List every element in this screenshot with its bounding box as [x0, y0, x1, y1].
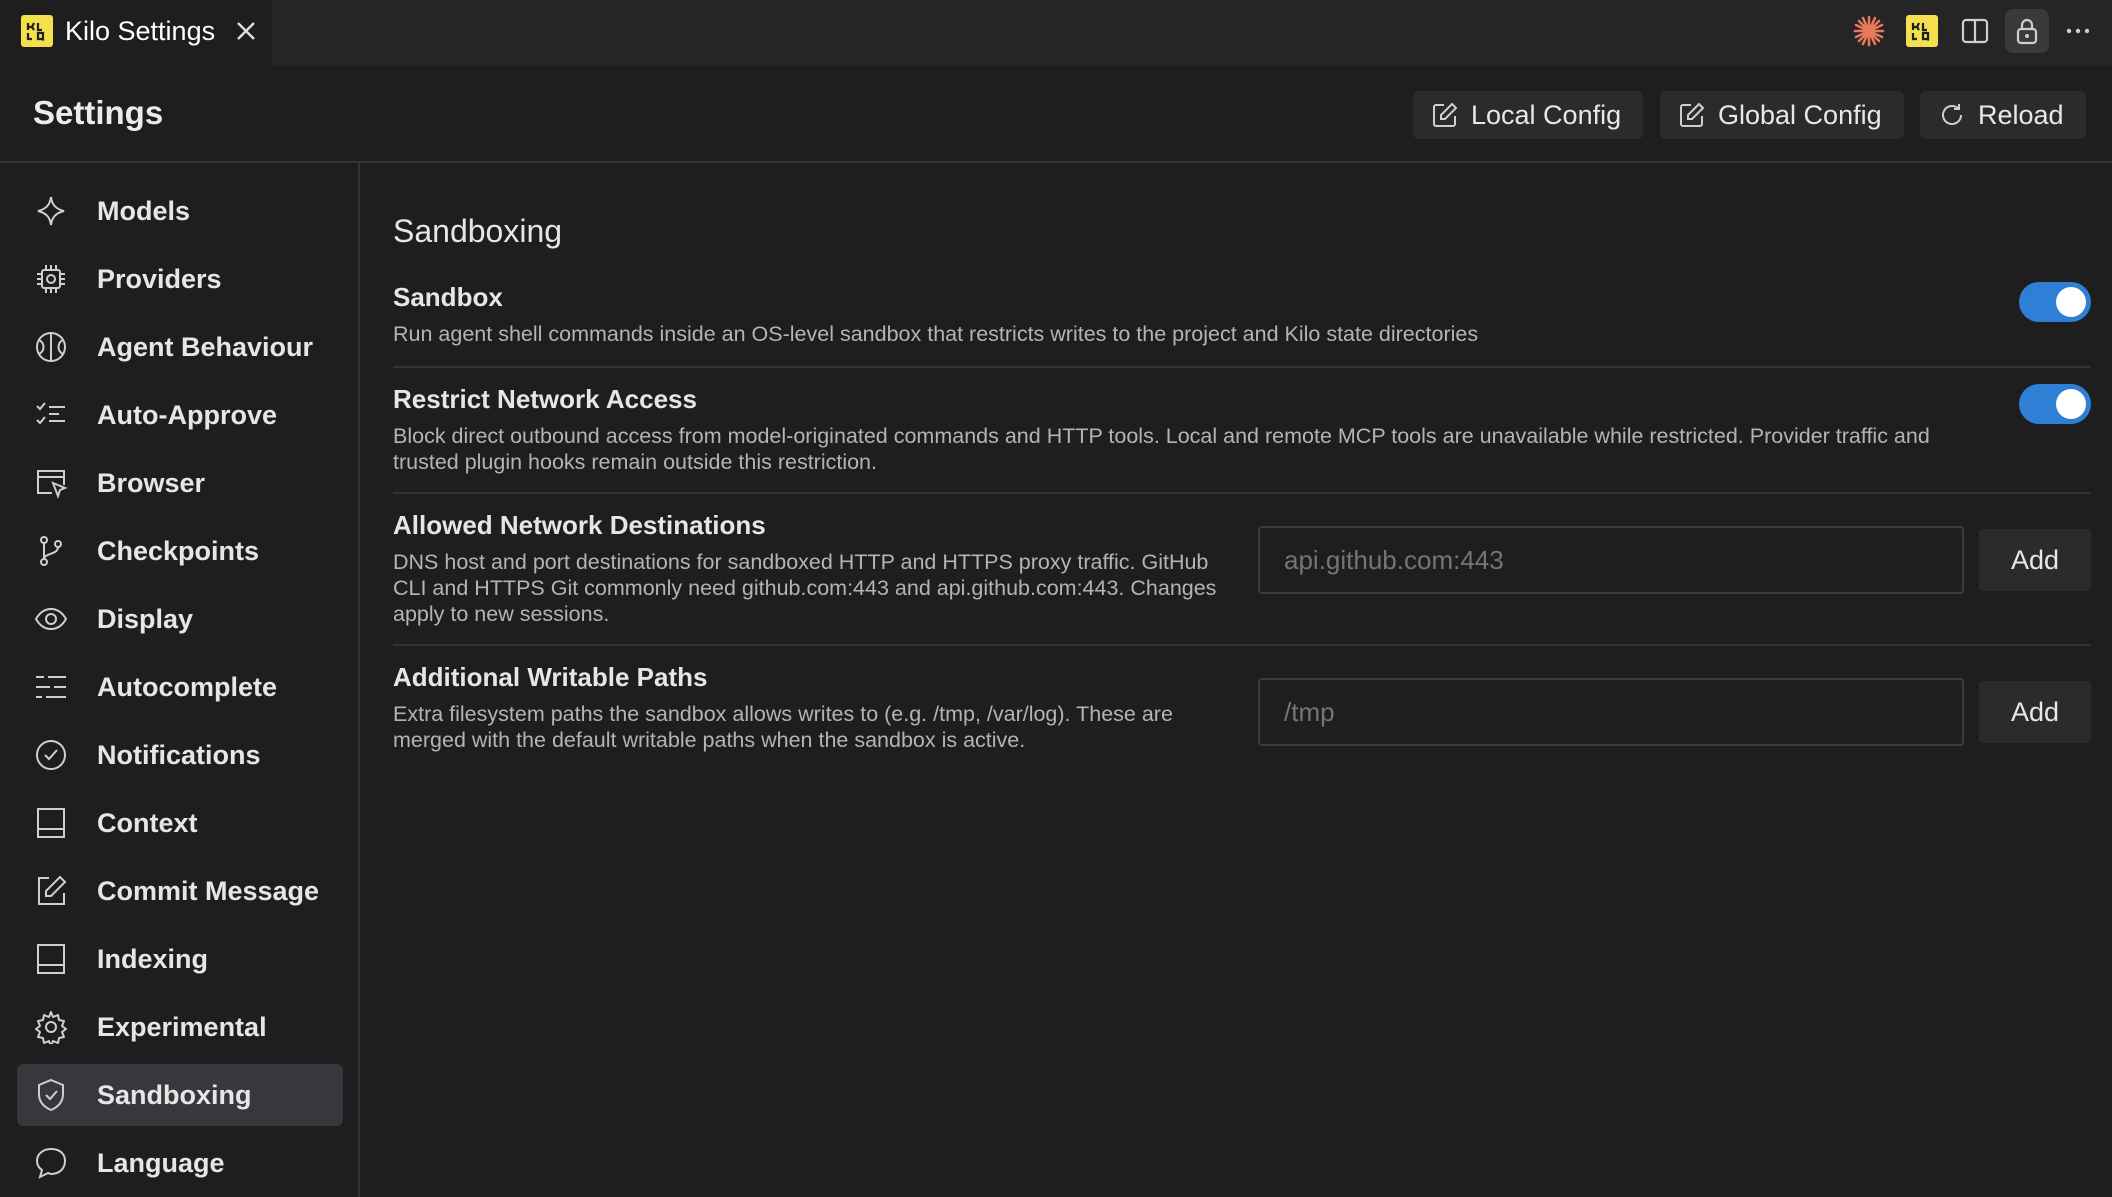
check-circle-icon	[34, 738, 68, 772]
split-editor-icon[interactable]	[1957, 13, 1993, 49]
git-branch-icon	[34, 534, 68, 568]
more-icon[interactable]	[2060, 13, 2096, 49]
section-title: Sandboxing	[393, 213, 563, 249]
kilo-sparkle-icon[interactable]	[1851, 13, 1887, 49]
edit-icon	[1680, 102, 1705, 127]
writable-paths-input[interactable]	[1258, 678, 1964, 746]
agent-icon	[34, 330, 68, 364]
close-icon[interactable]	[232, 17, 260, 45]
sidebar-item-label: Indexing	[97, 944, 209, 974]
list-icon	[34, 670, 68, 704]
kilo-logo-icon	[21, 15, 53, 47]
tab-label: Kilo Settings	[65, 16, 216, 46]
edit-icon	[34, 874, 68, 908]
sidebar-item-label: Checkpoints	[97, 536, 260, 566]
toggle-knob	[2056, 287, 2086, 317]
sidebar-item-autocomplete[interactable]: Autocomplete	[17, 656, 343, 718]
sidebar-item-language[interactable]: Language	[17, 1132, 343, 1194]
sidebar-item-label: Agent Behaviour	[97, 332, 314, 362]
sidebar-item-indexing[interactable]: Indexing	[17, 928, 343, 990]
writable-paths-title: Additional Writable Paths	[393, 662, 708, 692]
reload-label: Reload	[1978, 99, 2064, 130]
panel-icon	[34, 942, 68, 976]
title-bar: Kilo Settings	[0, 0, 2112, 66]
global-config-button[interactable]: Global Config	[1660, 91, 1904, 139]
sidebar-item-label: Sandboxing	[97, 1080, 252, 1110]
sidebar-item-notifications[interactable]: Notifications	[17, 724, 343, 786]
shield-icon	[34, 1078, 68, 1112]
browser-icon	[34, 466, 68, 500]
tab-kilo-settings[interactable]: Kilo Settings	[0, 0, 272, 66]
checklist-icon	[34, 398, 68, 432]
sandbox-title: Sandbox	[393, 282, 503, 312]
sandbox-toggle[interactable]	[2019, 282, 2091, 322]
sidebar-item-display[interactable]: Display	[17, 588, 343, 650]
sidebar-item-label: Models	[97, 196, 191, 226]
eye-icon	[34, 602, 68, 636]
sidebar-item-providers[interactable]: Providers	[17, 248, 343, 310]
chat-bubble-icon	[34, 1146, 68, 1180]
sidebar-item-context[interactable]: Context	[17, 792, 343, 854]
sidebar-item-label: Browser	[97, 468, 206, 498]
sparkle-icon	[34, 194, 68, 228]
sidebar-item-sandboxing[interactable]: Sandboxing	[17, 1064, 343, 1126]
sidebar-item-models[interactable]: Models	[17, 180, 343, 242]
sidebar-item-experimental[interactable]: Experimental	[17, 996, 343, 1058]
divider	[393, 492, 2091, 494]
global-config-label: Global Config	[1718, 99, 1882, 130]
sidebar-item-auto-approve[interactable]: Auto-Approve	[17, 384, 343, 446]
sidebar-item-label: Commit Message	[97, 876, 320, 906]
reload-button[interactable]: Reload	[1920, 91, 2086, 139]
sidebar-item-label: Experimental	[97, 1012, 267, 1042]
chip-icon	[34, 262, 68, 296]
settings-sidebar: Models Providers Agent Behaviour Auto-Ap…	[0, 163, 360, 1197]
page-title: Settings	[33, 94, 164, 131]
sidebar-item-label: Auto-Approve	[97, 400, 277, 430]
toggle-knob	[2056, 389, 2086, 419]
local-config-button[interactable]: Local Config	[1413, 91, 1644, 139]
sidebar-item-label: Notifications	[97, 740, 261, 770]
local-config-label: Local Config	[1471, 99, 1622, 130]
add-path-button[interactable]: Add	[1979, 681, 2091, 743]
restrict-network-description: Block direct outbound access from model-…	[393, 424, 1930, 474]
sandboxing-panel: Sandboxing Sandbox Run agent shell comma…	[362, 163, 2112, 1197]
settings-header: Settings Local Config Global Config Relo…	[0, 66, 2112, 163]
allowed-destinations-title: Allowed Network Destinations	[393, 510, 766, 540]
sandbox-description: Run agent shell commands inside an OS-le…	[393, 322, 1479, 346]
allowed-destinations-description: DNS host and port destinations for sandb…	[393, 550, 1217, 626]
sidebar-item-browser[interactable]: Browser	[17, 452, 343, 514]
sidebar-item-commit-message[interactable]: Commit Message	[17, 860, 343, 922]
restrict-network-title: Restrict Network Access	[393, 384, 697, 414]
refresh-icon	[1942, 104, 1962, 125]
sidebar-item-label: Context	[97, 808, 198, 838]
sidebar-item-label: Autocomplete	[97, 672, 278, 702]
divider	[393, 366, 2091, 368]
allowed-destinations-input[interactable]	[1258, 526, 1964, 594]
divider	[393, 644, 2091, 646]
lock-icon[interactable]	[2005, 9, 2049, 53]
writable-paths-description: Extra filesystem paths the sandbox allow…	[393, 702, 1173, 752]
gear-icon	[34, 1010, 68, 1044]
edit-icon	[1433, 102, 1458, 127]
kilo-logo-icon[interactable]	[1904, 13, 1940, 49]
sidebar-item-label: Providers	[97, 264, 222, 294]
sidebar-item-agent-behaviour[interactable]: Agent Behaviour	[17, 316, 343, 378]
panel-icon	[34, 806, 68, 840]
sidebar-item-checkpoints[interactable]: Checkpoints	[17, 520, 343, 582]
sidebar-item-label: Language	[97, 1148, 225, 1178]
sidebar-item-label: Display	[97, 604, 194, 634]
restrict-network-toggle[interactable]	[2019, 384, 2091, 424]
add-destination-button[interactable]: Add	[1979, 529, 2091, 591]
